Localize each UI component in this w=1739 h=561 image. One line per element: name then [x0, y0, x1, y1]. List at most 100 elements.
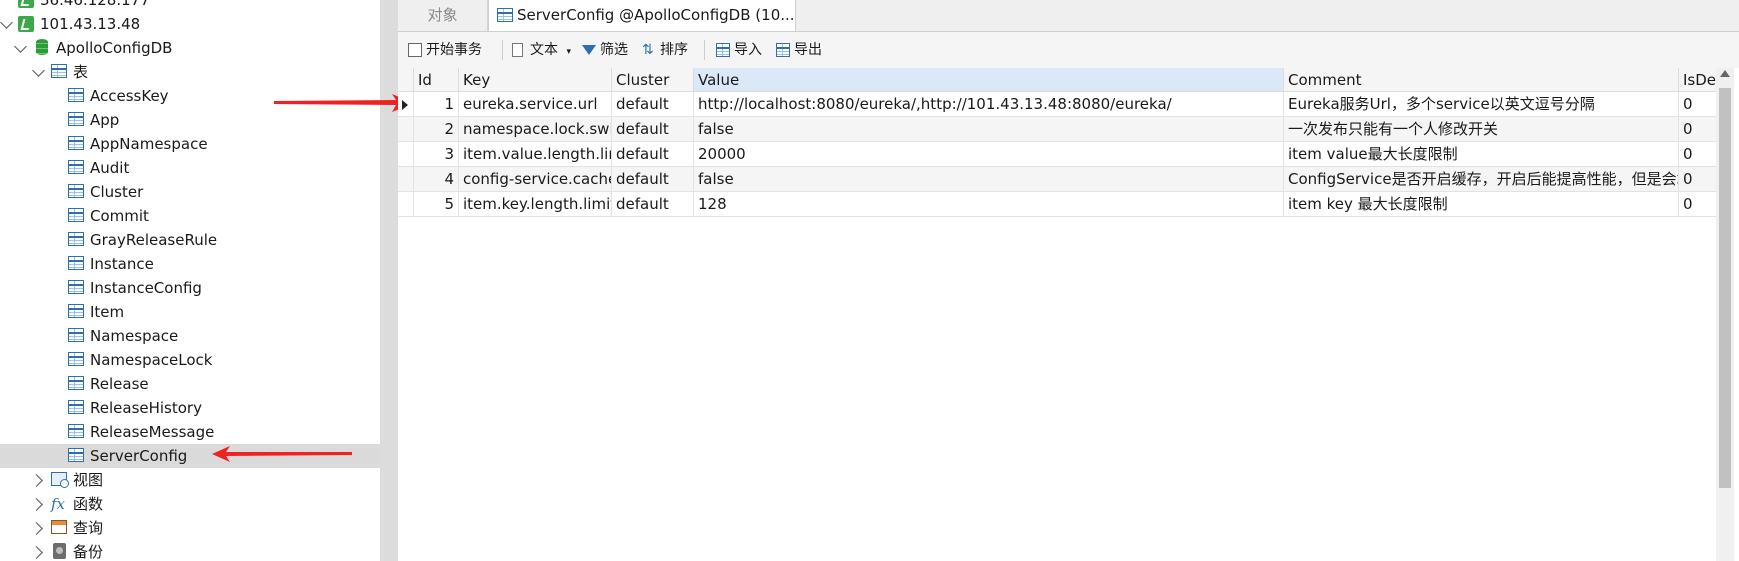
- navigation-tree: 36.46.128.177 101.43.13.48 ApolloConfigD…: [0, 0, 380, 561]
- tree-table-label: Item: [90, 303, 125, 321]
- tree-tables-folder[interactable]: 表: [0, 60, 380, 84]
- cell-isdel[interactable]: 0: [1679, 117, 1719, 142]
- chevron-right-icon[interactable]: [30, 474, 43, 487]
- cell-key[interactable]: config-service.cache: [459, 167, 612, 192]
- scroll-up-icon[interactable]: [1720, 70, 1730, 77]
- row-selector[interactable]: [398, 192, 414, 217]
- cell-value[interactable]: http://localhost:8080/eureka/,http://101…: [694, 92, 1284, 117]
- cell-id[interactable]: 1: [414, 92, 459, 117]
- cell-id[interactable]: 2: [414, 117, 459, 142]
- tree-views-folder[interactable]: 视图: [0, 468, 380, 492]
- tree-table-label: Commit: [90, 207, 149, 225]
- cell-id[interactable]: 4: [414, 167, 459, 192]
- column-header-comment[interactable]: Comment: [1284, 68, 1679, 92]
- chevron-down-icon[interactable]: [0, 16, 13, 29]
- tree-table-item[interactable]: Instance: [0, 252, 380, 276]
- column-header-id[interactable]: Id: [414, 68, 459, 92]
- data-grid[interactable]: Id Key Cluster Value Comment IsDel 1 eureka.se…: [398, 68, 1719, 561]
- cell-cluster[interactable]: default: [612, 192, 694, 217]
- begin-transaction-button[interactable]: 开始事务: [408, 40, 482, 60]
- tree-table-item[interactable]: InstanceConfig: [0, 276, 380, 300]
- cell-comment[interactable]: item value最大长度限制: [1284, 142, 1679, 167]
- tree-table-item[interactable]: Namespace: [0, 324, 380, 348]
- grid-vertical-scrollbar[interactable]: [1716, 68, 1734, 561]
- text-button[interactable]: 文本 ▾: [512, 40, 571, 60]
- tree-table-label: Instance: [90, 255, 154, 273]
- tree-backups-folder[interactable]: 备份: [0, 540, 380, 561]
- cell-isdel[interactable]: 0: [1679, 92, 1719, 117]
- export-button[interactable]: 导出: [776, 40, 822, 60]
- cell-isdel[interactable]: 0: [1679, 167, 1719, 192]
- tree-table-item[interactable]: AppNamespace: [0, 132, 380, 156]
- tree-table-label: Namespace: [90, 327, 179, 345]
- column-header-cluster[interactable]: Cluster: [612, 68, 694, 92]
- import-button[interactable]: 导入: [716, 40, 762, 60]
- cell-comment[interactable]: Eureka服务Url，多个service以英文逗号分隔: [1284, 92, 1679, 117]
- tab-serverconfig[interactable]: ServerConfig @ApolloConfigDB (10...: [488, 0, 796, 31]
- cell-cluster[interactable]: default: [612, 142, 694, 167]
- cell-key[interactable]: item.key.length.limit: [459, 192, 612, 217]
- cell-comment[interactable]: 一次发布只能有一个人修改开关: [1284, 117, 1679, 142]
- tree-queries-label: 查询: [73, 519, 104, 537]
- sort-button[interactable]: ⇅ 排序: [642, 40, 688, 60]
- tree-table-item[interactable]: NamespaceLock: [0, 348, 380, 372]
- scrollbar-thumb[interactable]: [1719, 88, 1731, 488]
- cell-value[interactable]: 20000: [694, 142, 1284, 167]
- cell-id[interactable]: 3: [414, 142, 459, 167]
- tree-table-item[interactable]: Release: [0, 372, 380, 396]
- tree-database-label: ApolloConfigDB: [56, 39, 173, 57]
- table-row[interactable]: 2 namespace.lock.swit default false 一次发布只能有一…: [398, 117, 1719, 142]
- cell-value[interactable]: false: [694, 117, 1284, 142]
- sidebar-scrollbar[interactable]: [380, 0, 398, 561]
- tree-connection-top[interactable]: 36.46.128.177: [0, 0, 380, 12]
- table-row[interactable]: 4 config-service.cache default false ConfigS…: [398, 167, 1719, 192]
- row-selector[interactable]: [398, 167, 414, 192]
- chevron-right-icon[interactable]: [30, 546, 43, 559]
- chevron-down-icon[interactable]: [32, 64, 45, 77]
- chevron-right-icon[interactable]: [30, 498, 43, 511]
- chevron-right-icon[interactable]: [30, 522, 43, 535]
- column-header-isdel[interactable]: IsDel: [1679, 68, 1719, 92]
- tree-table-item[interactable]: ReleaseHistory: [0, 396, 380, 420]
- cell-cluster[interactable]: default: [612, 117, 694, 142]
- tree-table-item[interactable]: GrayReleaseRule: [0, 228, 380, 252]
- table-icon: [68, 280, 84, 294]
- import-icon: [716, 43, 730, 57]
- tree-connection[interactable]: 101.43.13.48: [0, 12, 380, 36]
- cell-isdel[interactable]: 0: [1679, 142, 1719, 167]
- table-icon: [68, 256, 84, 270]
- tree-database[interactable]: ApolloConfigDB: [0, 36, 380, 60]
- tree-table-item[interactable]: Cluster: [0, 180, 380, 204]
- cell-comment[interactable]: item key 最大长度限制: [1284, 192, 1679, 217]
- column-header-key[interactable]: Key: [459, 68, 612, 92]
- tree-table-label: App: [90, 111, 120, 129]
- cell-comment[interactable]: ConfigService是否开启缓存，开启后能提高性能，但是会增: [1284, 167, 1679, 192]
- tree-table-item[interactable]: Audit: [0, 156, 380, 180]
- cell-key[interactable]: eureka.service.url: [459, 92, 612, 117]
- cell-cluster[interactable]: default: [612, 92, 694, 117]
- chevron-down-icon[interactable]: [14, 40, 27, 53]
- cell-key[interactable]: item.value.length.lim: [459, 142, 612, 167]
- cell-cluster[interactable]: default: [612, 167, 694, 192]
- table-row[interactable]: 1 eureka.service.url default http://localho…: [398, 92, 1719, 117]
- tree-queries-folder[interactable]: 查询: [0, 516, 380, 540]
- column-header-value[interactable]: Value: [694, 68, 1284, 92]
- table-icon: [68, 112, 84, 126]
- filter-button[interactable]: 筛选: [582, 40, 628, 60]
- tab-objects[interactable]: 对象: [398, 0, 488, 31]
- cell-value[interactable]: 128: [694, 192, 1284, 217]
- tree-table-item[interactable]: Commit: [0, 204, 380, 228]
- table-row[interactable]: 3 item.value.length.lim default 20000 item v…: [398, 142, 1719, 167]
- cell-key[interactable]: namespace.lock.swit: [459, 117, 612, 142]
- cell-isdel[interactable]: 0: [1679, 192, 1719, 217]
- tree-table-item[interactable]: Item: [0, 300, 380, 324]
- tree-table-item[interactable]: ReleaseMessage: [0, 420, 380, 444]
- row-selector[interactable]: [398, 117, 414, 142]
- row-selector[interactable]: [398, 92, 414, 117]
- tree-functions-folder[interactable]: fx 函数: [0, 492, 380, 516]
- table-icon: [68, 448, 84, 462]
- table-row[interactable]: 5 item.key.length.limit default 128 item key…: [398, 192, 1719, 217]
- cell-id[interactable]: 5: [414, 192, 459, 217]
- row-selector[interactable]: [398, 142, 414, 167]
- cell-value[interactable]: false: [694, 167, 1284, 192]
